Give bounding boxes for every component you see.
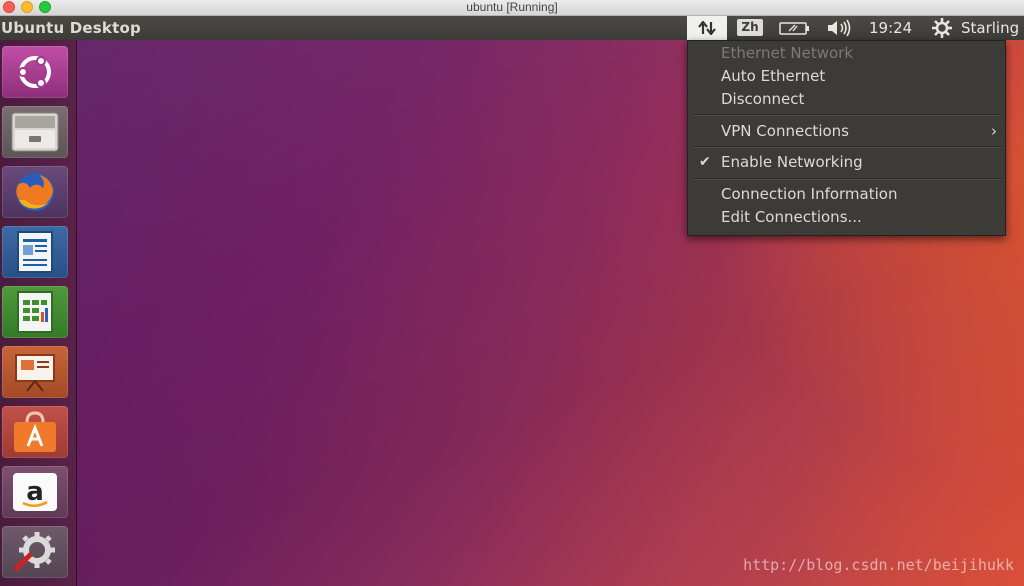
launcher-item-files[interactable]: [2, 106, 68, 158]
firefox-icon: [16, 173, 54, 211]
launcher-item-writer[interactable]: [2, 226, 68, 278]
launcher-item-dash[interactable]: [2, 46, 68, 98]
launcher-item-software[interactable]: [2, 406, 68, 458]
chevron-right-icon: ›: [991, 122, 997, 140]
launcher-item-calc[interactable]: [2, 286, 68, 338]
svg-text:a: a: [26, 477, 44, 507]
launcher-item-amazon[interactable]: a: [2, 466, 68, 518]
amazon-icon: a: [13, 473, 57, 511]
menu-separator: [692, 114, 1001, 116]
battery-icon: [779, 22, 809, 35]
network-menu: Ethernet Network Auto Ethernet Disconnec…: [687, 40, 1006, 236]
host-window-title: ubuntu [Running]: [466, 0, 558, 14]
input-method-indicator[interactable]: Zh: [737, 19, 763, 36]
user-name[interactable]: Starling: [961, 16, 1019, 40]
menu-separator: [692, 178, 1001, 180]
ubuntu-dash-icon: [18, 56, 51, 88]
volume-icon: [828, 19, 851, 37]
menu-item-enable-networking[interactable]: Enable Networking: [721, 152, 863, 172]
clock[interactable]: 19:24: [869, 16, 912, 40]
menu-header-ethernet: Ethernet Network: [721, 44, 854, 62]
host-window-titlebar: ubuntu [Running]: [0, 0, 1024, 16]
menu-item-auto-ethernet[interactable]: Auto Ethernet: [721, 66, 825, 86]
top-panel: Ubuntu Desktop Zh 19:24 Starling: [0, 16, 1024, 40]
launcher-item-impress[interactable]: [2, 346, 68, 398]
software-center-icon: [14, 411, 56, 452]
network-indicator[interactable]: [687, 16, 727, 40]
network-updown-icon: [698, 21, 716, 35]
panel-title: Ubuntu Desktop: [1, 19, 141, 37]
session-indicator[interactable]: [931, 16, 953, 40]
gear-icon: [932, 18, 952, 38]
launcher-item-system-settings[interactable]: [2, 526, 68, 578]
volume-indicator[interactable]: [826, 16, 854, 40]
files-icon: [11, 112, 59, 152]
menu-separator: [692, 146, 1001, 148]
impress-icon: [15, 354, 55, 392]
battery-indicator[interactable]: [779, 16, 811, 40]
watermark-text: http://blog.csdn.net/beijihukk: [743, 556, 1014, 574]
menu-item-vpn-connections[interactable]: VPN Connections: [721, 121, 849, 141]
launcher: a: [0, 40, 77, 586]
system-settings-icon: [13, 532, 55, 572]
menu-item-disconnect[interactable]: Disconnect: [721, 89, 804, 109]
menu-item-connection-information[interactable]: Connection Information: [721, 184, 897, 204]
launcher-item-firefox[interactable]: [2, 166, 68, 218]
checkmark-icon: ✔: [699, 154, 711, 170]
writer-icon: [17, 231, 53, 273]
menu-item-edit-connections[interactable]: Edit Connections...: [721, 207, 862, 227]
calc-icon: [17, 291, 53, 333]
